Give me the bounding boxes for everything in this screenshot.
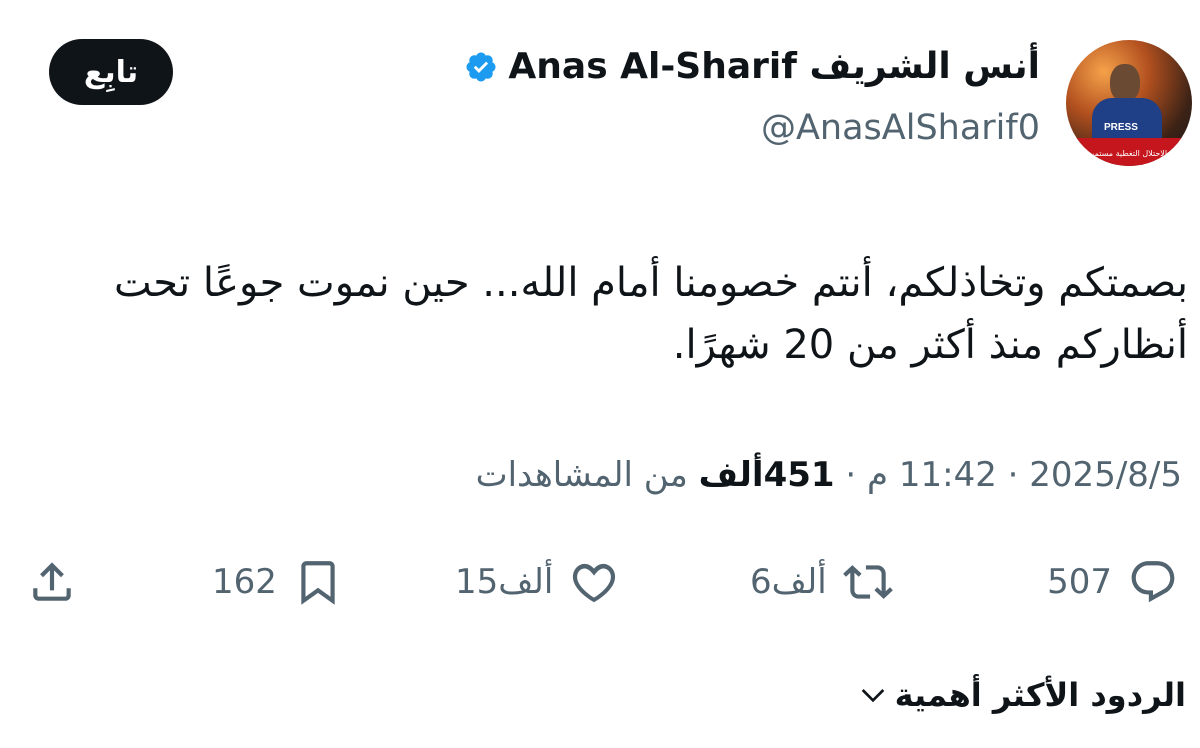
retweet-button[interactable]: 6ألف [750,551,893,613]
like-count: 15ألف [455,562,554,602]
tweet-meta: 2025/8/5 · 11:42 م · 451ألف من المشاهدات [476,455,1182,495]
share-button[interactable] [27,551,77,613]
avatar-person-head [1110,64,1140,102]
views-count: 451ألف [698,455,835,495]
author-display-name[interactable]: أنس الشريف Anas Al-Sharif [508,46,1040,87]
views-label: من المشاهدات [475,455,699,495]
avatar-press-badge: PRESS [1104,122,1138,133]
bookmark-count: 162 [212,562,277,602]
heart-icon [573,563,616,603]
follow-button[interactable]: تابِع [49,39,173,105]
chevron-down-icon [861,689,884,703]
tweet-text: بصمتكم وتخاذلكم، أنتم خصومنا أمام الله..… [113,260,1188,368]
like-button[interactable]: 15ألف [455,551,619,613]
tweet-date[interactable]: 2025/8/5 [1029,455,1182,495]
meta-separator: · [996,455,1030,495]
retweet-icon [842,565,893,599]
top-replies-sort[interactable]: الردود الأكثر أهمية [857,676,1186,714]
verified-badge-icon [466,51,496,82]
reply-button[interactable]: 507 [1047,551,1178,613]
bookmark-button[interactable]: 162 [212,551,343,613]
tweet-time[interactable]: 11:42 م [867,455,997,495]
avatar[interactable]: PRESS قوات الاحتلال التغطية مستمرة [1066,40,1192,166]
author-name-row: أنس الشريف Anas Al-Sharif [464,46,1040,87]
meta-separator: · [834,455,868,495]
top-replies-label: الردود الأكثر أهمية [894,676,1186,714]
share-icon [33,562,71,601]
reply-icon [1131,561,1175,603]
reply-count: 507 [1047,562,1112,602]
author-handle[interactable]: @AnasAlSharif0 [761,108,1040,148]
bookmark-icon [301,561,335,605]
retweet-count: 6ألف [750,562,827,602]
avatar-banner-text: قوات الاحتلال التغطية مستمرة [1086,149,1188,158]
